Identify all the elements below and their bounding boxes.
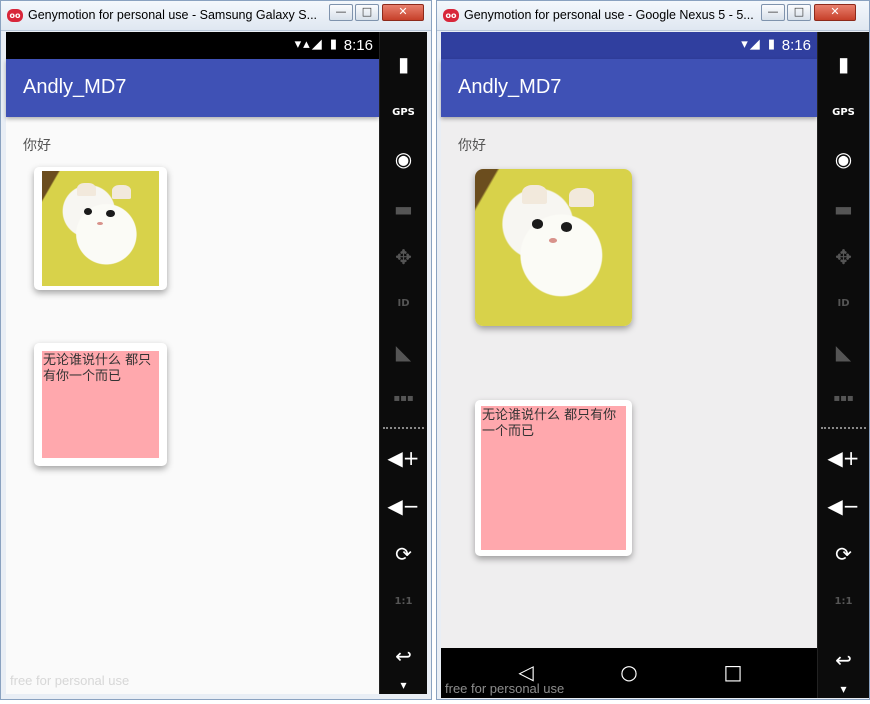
genymotion-window-nexus: oo Genymotion for personal use - Google … bbox=[436, 0, 870, 700]
nav-recents-icon[interactable]: □ bbox=[718, 660, 748, 684]
status-icons: ▾▴◢ ▮ bbox=[294, 37, 339, 52]
status-icons: ▾◢ ▮ bbox=[741, 37, 777, 52]
device-id-icon[interactable]: ID bbox=[380, 289, 427, 319]
image-card[interactable] bbox=[475, 169, 632, 326]
genymotion-sidebar: ▮ GPS ◉ ▬ ✥ ID ◣ ▪▪▪ ◀+ ◀− ⟳ 1:1 ↩ ▾ bbox=[379, 32, 427, 694]
status-time: 8:16 bbox=[343, 37, 373, 54]
genymotion-sidebar: ▮ GPS ◉ ▬ ✥ ID ◣ ▪▪▪ ◀+ ◀− ⟳ 1:1 ↩ ▾ bbox=[817, 32, 869, 698]
text-card[interactable]: 无论谁说什么 都只有你一个而已 bbox=[475, 400, 632, 556]
genymotion-logo-icon: oo bbox=[7, 9, 23, 22]
phone-frame: ▾◢ ▮ 8:16 Andly_MD7 你好 无论谁说什么 都只有你一个而已 ◁… bbox=[441, 32, 869, 698]
gps-icon[interactable]: GPS bbox=[818, 98, 869, 128]
watermark-text: free for personal use bbox=[445, 681, 565, 696]
window-title: Genymotion for personal use - Samsung Ga… bbox=[28, 8, 318, 22]
volume-up-icon[interactable]: ◀+ bbox=[818, 443, 869, 473]
maximize-button[interactable]: □ bbox=[355, 4, 379, 21]
back-icon[interactable]: ↩ bbox=[818, 645, 869, 675]
capture-icon[interactable]: ▬ bbox=[818, 194, 869, 224]
card-text: 无论谁说什么 都只有你一个而已 bbox=[42, 351, 159, 458]
pixel-perfect-icon[interactable]: 1:1 bbox=[818, 587, 869, 617]
dpad-icon[interactable]: ✥ bbox=[818, 242, 869, 272]
status-bar: ▾◢ ▮ 8:16 bbox=[441, 32, 817, 59]
gps-icon[interactable]: GPS bbox=[380, 98, 427, 128]
camera-icon[interactable]: ◉ bbox=[380, 144, 427, 174]
phone-frame: ▾▴◢ ▮ 8:16 Andly_MD7 你好 无论谁说什么 都只有你一个而已 … bbox=[6, 32, 427, 694]
text-card[interactable]: 无论谁说什么 都只有你一个而已 bbox=[34, 343, 167, 466]
cast-icon[interactable]: ◣ bbox=[818, 337, 869, 367]
capture-icon[interactable]: ▬ bbox=[380, 194, 427, 224]
minimize-button[interactable]: — bbox=[329, 4, 353, 21]
back-icon[interactable]: ↩ bbox=[380, 641, 427, 671]
close-button[interactable]: ✕ bbox=[814, 4, 856, 21]
sms-icon[interactable]: ▪▪▪ bbox=[380, 384, 427, 414]
app-toolbar: Andly_MD7 bbox=[441, 59, 817, 117]
dpad-icon[interactable]: ✥ bbox=[380, 242, 427, 272]
sidebar-divider bbox=[821, 427, 866, 429]
volume-down-icon[interactable]: ◀− bbox=[380, 491, 427, 521]
genymotion-window-samsung: oo Genymotion for personal use - Samsung… bbox=[0, 0, 432, 700]
window-title: Genymotion for personal use - Google Nex… bbox=[464, 8, 754, 22]
sidebar-divider bbox=[383, 427, 424, 429]
sms-icon[interactable]: ▪▪▪ bbox=[818, 384, 869, 414]
camera-icon[interactable]: ◉ bbox=[818, 144, 869, 174]
nav-home-icon[interactable]: ○ bbox=[614, 660, 644, 684]
kitten-image bbox=[475, 169, 632, 326]
cast-icon[interactable]: ◣ bbox=[380, 337, 427, 367]
window-titlebar[interactable]: oo Genymotion for personal use - Samsung… bbox=[1, 1, 431, 31]
close-button[interactable]: ✕ bbox=[382, 4, 424, 21]
maximize-button[interactable]: □ bbox=[787, 4, 811, 21]
kitten-image bbox=[42, 171, 159, 286]
watermark-text: free for personal use bbox=[10, 673, 130, 688]
hello-text: 你好 bbox=[23, 138, 51, 154]
rotate-icon[interactable]: ⟳ bbox=[380, 539, 427, 569]
more-icon[interactable]: ▾ bbox=[380, 670, 427, 700]
rotate-icon[interactable]: ⟳ bbox=[818, 539, 869, 569]
app-title: Andly_MD7 bbox=[458, 76, 562, 98]
volume-down-icon[interactable]: ◀− bbox=[818, 491, 869, 521]
minimize-button[interactable]: — bbox=[761, 4, 785, 21]
window-titlebar[interactable]: oo Genymotion for personal use - Google … bbox=[437, 1, 869, 31]
volume-up-icon[interactable]: ◀+ bbox=[380, 443, 427, 473]
image-card[interactable] bbox=[34, 167, 167, 290]
device-screen[interactable]: ▾◢ ▮ 8:16 Andly_MD7 你好 无论谁说什么 都只有你一个而已 ◁… bbox=[441, 32, 817, 698]
pixel-perfect-icon[interactable]: 1:1 bbox=[380, 587, 427, 617]
battery-icon[interactable]: ▮ bbox=[380, 49, 427, 79]
hello-text: 你好 bbox=[458, 138, 486, 154]
status-time: 8:16 bbox=[781, 37, 811, 54]
genymotion-logo-icon: oo bbox=[443, 9, 459, 22]
device-screen[interactable]: ▾▴◢ ▮ 8:16 Andly_MD7 你好 无论谁说什么 都只有你一个而已 … bbox=[6, 32, 379, 694]
battery-icon[interactable]: ▮ bbox=[818, 49, 869, 79]
status-bar: ▾▴◢ ▮ 8:16 bbox=[6, 32, 379, 59]
app-title: Andly_MD7 bbox=[23, 76, 127, 98]
app-toolbar: Andly_MD7 bbox=[6, 59, 379, 117]
card-text: 无论谁说什么 都只有你一个而已 bbox=[481, 406, 626, 550]
device-id-icon[interactable]: ID bbox=[818, 289, 869, 319]
